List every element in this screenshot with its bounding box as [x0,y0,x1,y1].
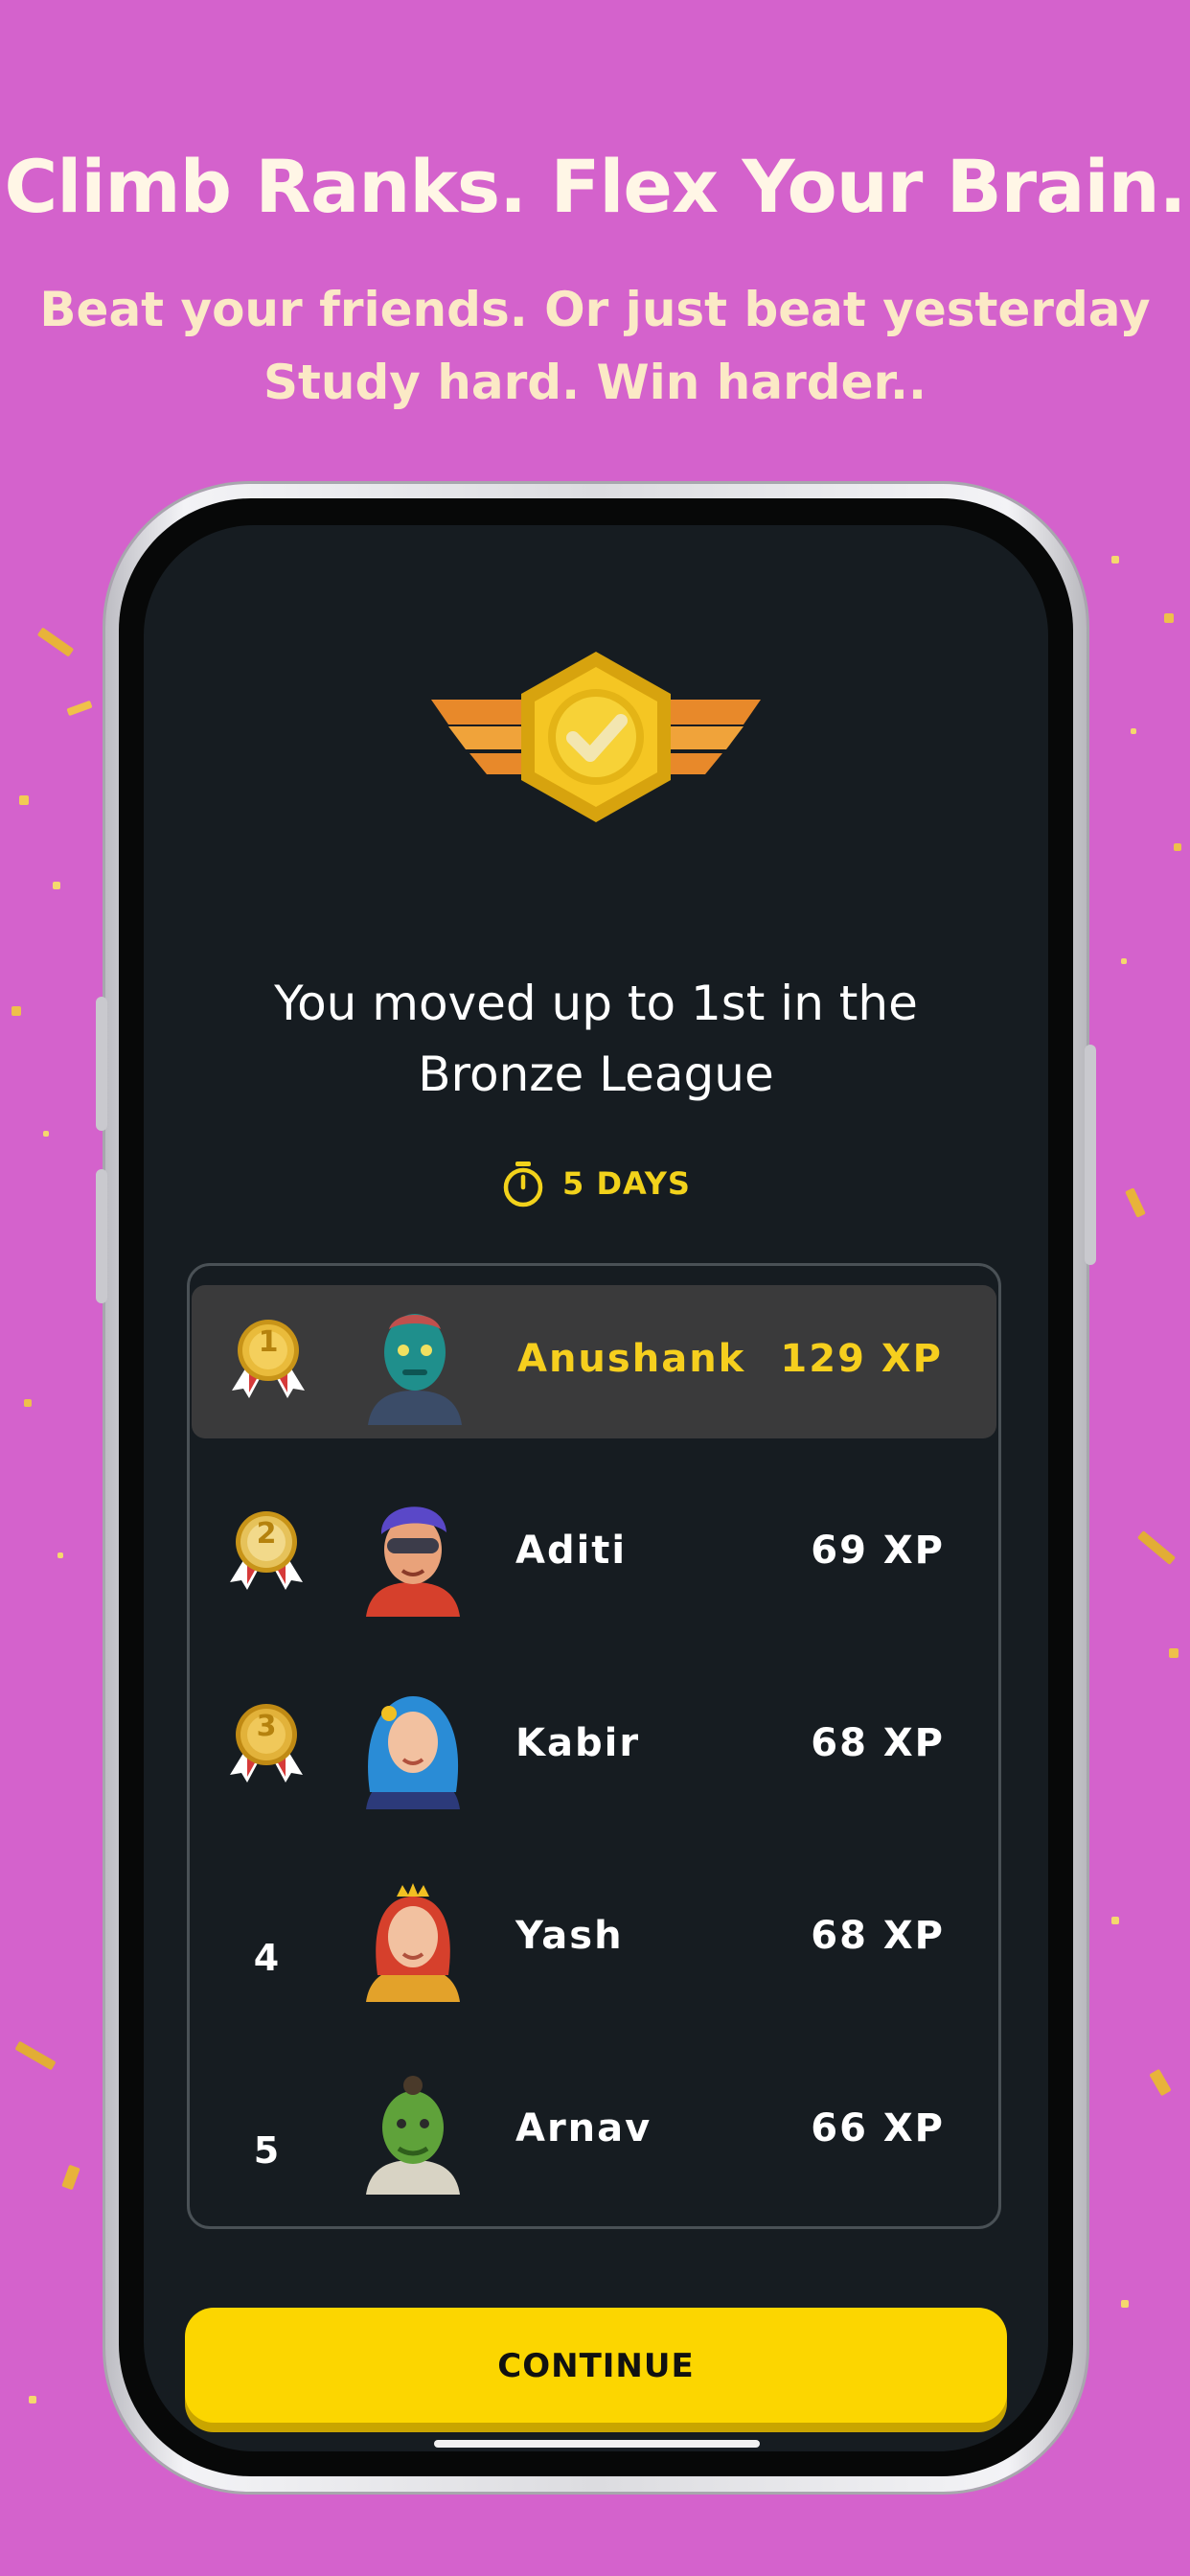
xp-value: 69 XP [811,1529,945,1573]
leaderboard-row[interactable]: 2 Aditi 69 XP [190,1477,998,1630]
avatar-princess [366,1883,460,2002]
avatar-zombie [368,1314,462,1425]
rank-cell: 4 [218,1893,314,1985]
promo-subline-line-2: Study hard. Win harder.. [263,355,927,410]
rank-cell: 5 [218,2085,314,2177]
promotion-message-line-1: You moved up to 1st in the [274,976,918,1031]
username: Aditi [515,1529,628,1573]
continue-button[interactable]: CONTINUE [185,2308,1007,2423]
promo-headline: Climb Ranks. Flex Your Brain. [4,144,1187,229]
leaderboard-row[interactable]: 3 Kabir 68 XP [190,1669,998,1823]
rank-number: 1 [258,1325,279,1359]
xp-value: 129 XP [780,1337,943,1381]
xp-value: 68 XP [811,1721,945,1765]
promotion-message: You moved up to 1st in the Bronze League [144,968,1048,1110]
leaderboard-row[interactable]: 4 Yash 68 XP [190,1862,998,2015]
league-badge-icon [431,652,761,822]
avatar-ogre [366,2076,460,2195]
phone-power-button [1085,1045,1096,1265]
league-timer: 5 DAYS [144,1160,1048,1208]
phone-screen: You moved up to 1st in the Bronze League… [144,525,1048,2451]
timer-text: 5 DAYS [562,1165,691,1202]
xp-value: 66 XP [811,2106,945,2150]
phone-side-button [96,997,107,1131]
xp-value: 68 XP [811,1914,945,1958]
username: Anushank [517,1337,746,1381]
bronze-medal-icon: 3 [218,1700,314,1792]
promo-subline: Beat your friends. Or just beat yesterda… [0,273,1190,419]
leaderboard-row[interactable]: 5 Arnav 66 XP [190,2055,998,2208]
rank-number: 3 [256,1710,277,1743]
rank-number: 5 [253,2129,280,2172]
leaderboard: 1 Anushank 129 XP 2 Aditi 69 XP 3 Kabir … [187,1263,1001,2229]
stopwatch-icon [503,1162,543,1208]
rank-number: 2 [256,1517,277,1551]
home-indicator[interactable] [434,2440,760,2448]
rank-number: 4 [253,1937,280,1979]
gold-medal-icon: 1 [220,1316,316,1408]
leaderboard-row[interactable]: 1 Anushank 129 XP [192,1285,996,1438]
username: Kabir [515,1721,641,1765]
username: Yash [515,1914,624,1958]
phone-side-button [96,1169,107,1303]
avatar-girl-blue-hair [366,1696,460,1809]
promo-subline-line-1: Beat your friends. Or just beat yesterda… [39,282,1151,337]
username: Arnav [515,2106,652,2150]
avatar-hero-boy [366,1506,460,1617]
silver-medal-icon: 2 [218,1507,314,1599]
promotion-message-line-2: Bronze League [418,1046,774,1102]
